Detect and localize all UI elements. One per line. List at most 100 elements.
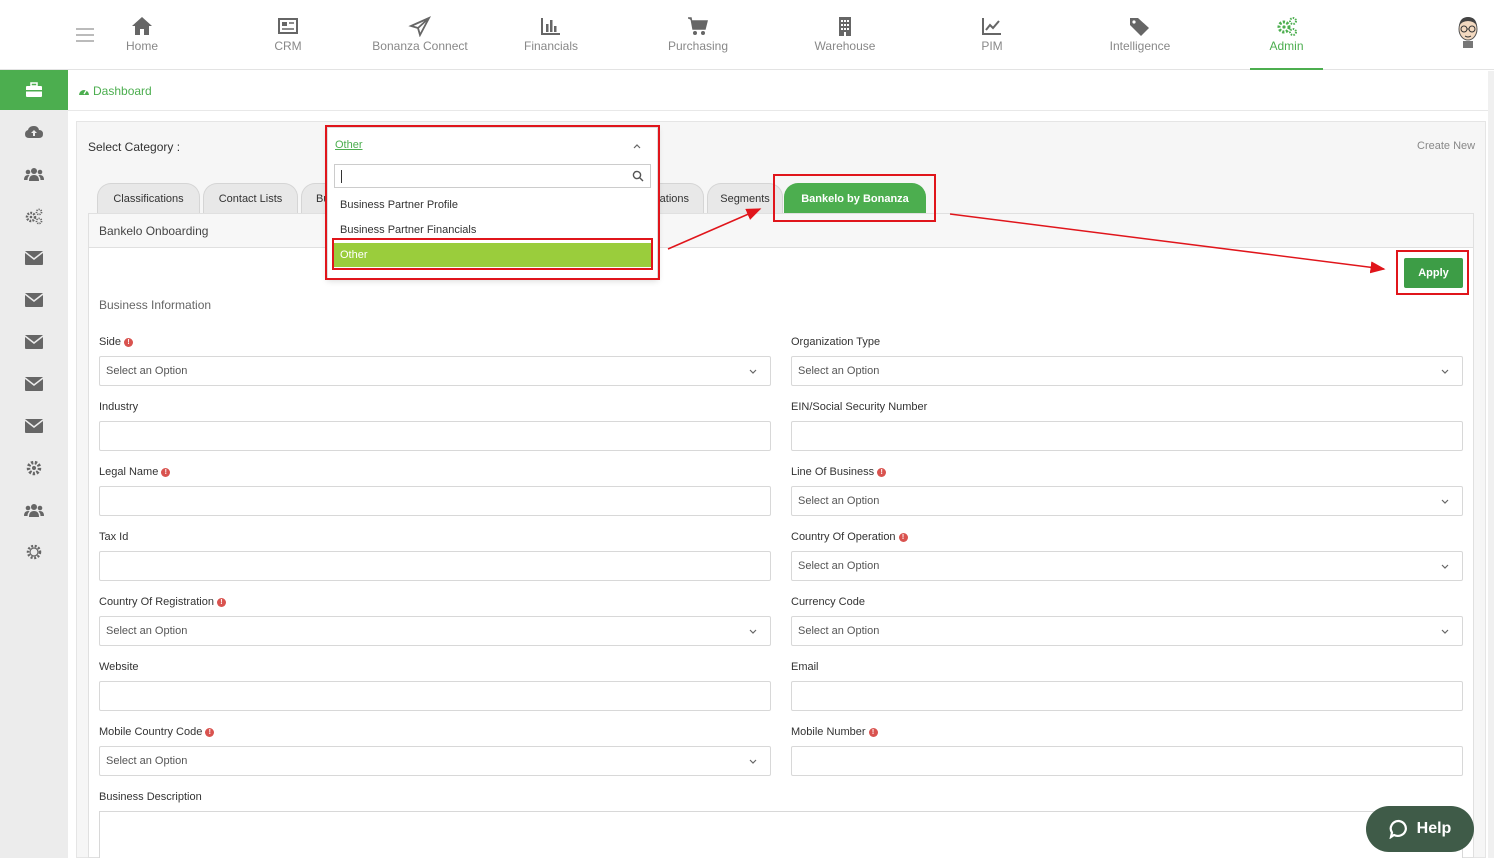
nav-admin[interactable]: Admin	[1250, 0, 1323, 70]
email-label: Email	[791, 661, 819, 673]
sidebar-config[interactable]	[0, 532, 68, 572]
sidebar-mail-4[interactable]	[0, 364, 68, 404]
nav-crm[interactable]: CRM	[258, 0, 318, 70]
sidebar-team[interactable]	[0, 490, 68, 530]
chat-bubble-icon	[1389, 819, 1407, 839]
nav-financials[interactable]: Financials	[516, 0, 586, 70]
nav-bonanza-connect[interactable]: Bonanza Connect	[368, 0, 472, 70]
side-select[interactable]: Select an Option	[99, 356, 771, 386]
category-search-input[interactable]	[334, 164, 651, 188]
legal-name-input[interactable]	[99, 486, 771, 516]
field-label: Side	[99, 336, 122, 348]
field-label: Organization Type	[791, 336, 881, 348]
line-of-business-select[interactable]: Select an Option	[791, 486, 1463, 516]
tab-bankelo-by-bonanza[interactable]: Bankelo by Bonanza	[784, 183, 926, 213]
industry-input[interactable]	[99, 421, 771, 451]
required-icon: !	[124, 337, 134, 347]
ein-input[interactable]	[791, 421, 1463, 451]
avatar[interactable]	[1454, 14, 1482, 48]
legal-name-label: Legal Name!	[99, 466, 171, 478]
nav-warehouse[interactable]: Warehouse	[808, 0, 882, 70]
field-label: Email	[791, 661, 819, 673]
field-label: Currency Code	[791, 596, 865, 608]
tax-id-input[interactable]	[99, 551, 771, 581]
chevron-down-icon	[1441, 564, 1449, 569]
tab-classifications[interactable]: Classifications	[97, 183, 200, 213]
dropdown-option[interactable]: Business Partner Financials	[334, 218, 651, 242]
building-icon	[839, 17, 851, 36]
sidebar-mail-2[interactable]	[0, 280, 68, 320]
nav-purchasing[interactable]: Purchasing	[660, 0, 736, 70]
sidebar-mail-3[interactable]	[0, 322, 68, 362]
tab-label: Contact Lists	[218, 192, 283, 205]
sidebar-settings[interactable]	[0, 448, 68, 488]
gears-icon	[1277, 17, 1297, 36]
nav-label: CRM	[274, 39, 302, 53]
chevron-up-icon[interactable]	[632, 142, 642, 150]
dropdown-option-highlighted[interactable]: Other	[334, 243, 651, 267]
field-label: Website	[99, 661, 139, 673]
envelope-icon	[25, 377, 43, 391]
nav-pim[interactable]: PIM	[970, 0, 1014, 70]
tab-label: Segments	[720, 192, 770, 205]
help-label: Help	[1416, 820, 1452, 837]
paper-plane-icon	[408, 16, 432, 37]
sidebar-mail-1[interactable]	[0, 238, 68, 278]
menu-icon[interactable]	[76, 28, 94, 42]
breadcrumb: Dashboard	[68, 71, 1494, 111]
tax-id-label: Tax Id	[99, 531, 128, 543]
help-button[interactable]: Help	[1366, 806, 1474, 852]
nav-intelligence[interactable]: Intelligence	[1104, 0, 1176, 70]
chevron-down-icon	[749, 369, 757, 374]
breadcrumb-dashboard[interactable]: Dashboard	[78, 84, 152, 98]
country-of-registration-select[interactable]: Select an Option	[99, 616, 771, 646]
sidebar-settings-gears[interactable]	[0, 196, 68, 236]
email-input[interactable]	[791, 681, 1463, 711]
tab-contact-lists[interactable]: Contact Lists	[203, 183, 298, 213]
sidebar-upload[interactable]	[0, 112, 68, 152]
chevron-down-icon	[1441, 499, 1449, 504]
mobile-country-code-select[interactable]: Select an Option	[99, 746, 771, 776]
select-placeholder: Select an Option	[106, 625, 188, 637]
organization-type-select[interactable]: Select an Option	[791, 356, 1463, 386]
dashboard-icon	[79, 89, 89, 95]
create-new-link[interactable]: Create New	[1417, 140, 1475, 152]
apply-button[interactable]: Apply	[1404, 258, 1463, 288]
search-icon	[632, 170, 644, 182]
chevron-down-icon	[1441, 369, 1449, 374]
panel-header	[88, 213, 1474, 248]
tags-icon	[1130, 18, 1149, 36]
mobile-country-code-label: Mobile Country Code!	[99, 726, 215, 738]
business-description-textarea[interactable]	[99, 811, 1463, 858]
nav-label: Bonanza Connect	[372, 39, 468, 53]
nav-label: Home	[125, 39, 158, 53]
mobile-number-input[interactable]	[791, 746, 1463, 776]
currency-code-select[interactable]: Select an Option	[791, 616, 1463, 646]
field-label: Line Of Business	[791, 466, 875, 478]
tab-label: Bankelo by Bonanza	[801, 192, 909, 205]
ein-label: EIN/Social Security Number	[791, 401, 927, 413]
envelope-icon	[25, 335, 43, 349]
country-of-operation-label: Country Of Operation!	[791, 531, 908, 543]
field-label: Tax Id	[99, 531, 129, 543]
nav-home[interactable]: Home	[112, 0, 172, 70]
website-label: Website	[99, 661, 139, 673]
website-input[interactable]	[99, 681, 771, 711]
dropdown-option[interactable]: Business Partner Profile	[334, 193, 651, 217]
required-icon: !	[877, 467, 887, 477]
tab-label: Classifications	[113, 192, 184, 205]
select-placeholder: Select an Option	[798, 365, 880, 377]
sidebar-mail-5[interactable]	[0, 406, 68, 446]
envelope-icon	[25, 419, 43, 433]
category-selected-value[interactable]: Other	[335, 139, 363, 151]
panel-title: Bankelo Onboarding	[99, 224, 209, 238]
field-label: Mobile Number	[791, 726, 866, 738]
required-icon: !	[205, 727, 215, 737]
select-placeholder: Select an Option	[106, 755, 188, 767]
sidebar-briefcase[interactable]	[0, 70, 68, 110]
sidebar-users[interactable]	[0, 154, 68, 194]
line-chart-icon	[982, 18, 1001, 35]
tab-segments[interactable]: Segments	[707, 183, 783, 213]
country-of-operation-select[interactable]: Select an Option	[791, 551, 1463, 581]
scrollbar[interactable]	[1488, 71, 1494, 858]
